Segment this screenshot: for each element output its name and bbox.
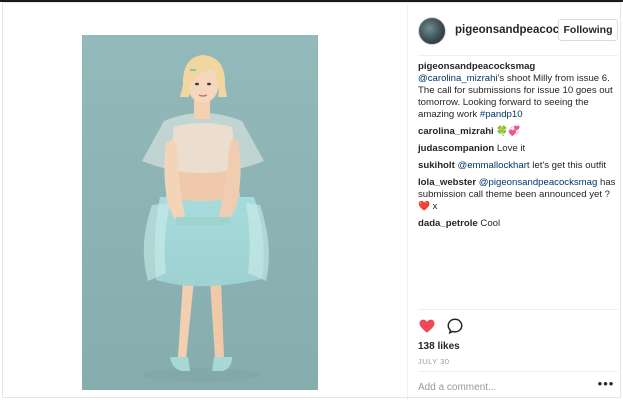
comment-divider [418, 371, 618, 372]
comment-username[interactable]: carolina_mizrahi [418, 126, 494, 137]
likes-count[interactable]: 138 likes [418, 341, 460, 352]
post-modal: pigeonsandpeacoc Following pigeonsandpea… [2, 2, 623, 400]
clover-emoji: 🍀 [496, 126, 509, 137]
heart-emoji: ❤️ [418, 201, 430, 212]
comment-text: Love it [496, 143, 526, 154]
more-icon[interactable]: ••• [596, 377, 616, 393]
comment-item: lola_webster @pigeonsandpeacocksmag has … [418, 177, 618, 213]
comment-icon[interactable] [446, 317, 464, 335]
add-comment-input[interactable]: Add a comment... [418, 382, 578, 393]
comment-tail: x [432, 201, 438, 212]
post-photo[interactable] [82, 35, 318, 390]
actions-divider [418, 309, 618, 310]
comments-list: pigeonsandpeacocksmag @carolina_mizrahi'… [418, 61, 618, 235]
comment-text: Cool [480, 218, 501, 229]
post-date: JULY 30 [418, 357, 450, 366]
comment-item: carolina_mizrahi 🍀💞 [418, 126, 618, 138]
post-header: pigeonsandpeacoc Following [418, 17, 618, 49]
header-divider [418, 55, 618, 56]
comment-username[interactable]: lola_webster [418, 177, 476, 188]
post-actions [418, 317, 618, 337]
caption-mention[interactable]: @carolina_mizrahi [418, 73, 498, 84]
heart-icon[interactable] [418, 317, 436, 335]
caption: pigeonsandpeacocksmag @carolina_mizrahi'… [418, 61, 618, 121]
caption-username[interactable]: pigeonsandpeacocksmag [418, 61, 535, 72]
avatar[interactable] [418, 17, 446, 45]
comment-item: judascompanion Love it [418, 143, 618, 155]
comment-mention[interactable]: @pigeonsandpeacocksmag [479, 177, 598, 188]
comment-item: dada_petrole Cool [418, 218, 618, 230]
comment-text: let's get this outfit [532, 160, 607, 171]
comment-item: sukiholt @emmallockhart let's get this o… [418, 160, 618, 172]
caption-hashtag[interactable]: #pandp10 [480, 109, 523, 120]
post-sidebar: pigeonsandpeacoc Following pigeonsandpea… [407, 5, 623, 400]
comment-username[interactable]: sukiholt [418, 160, 455, 171]
comment-mention[interactable]: @emmallockhart [457, 160, 529, 171]
comment-username[interactable]: judascompanion [418, 143, 494, 154]
hearts-emoji: 💞 [508, 126, 521, 137]
comment-username[interactable]: dada_petrole [418, 218, 478, 229]
following-button[interactable]: Following [558, 19, 618, 41]
post-username[interactable]: pigeonsandpeacoc [455, 24, 559, 36]
